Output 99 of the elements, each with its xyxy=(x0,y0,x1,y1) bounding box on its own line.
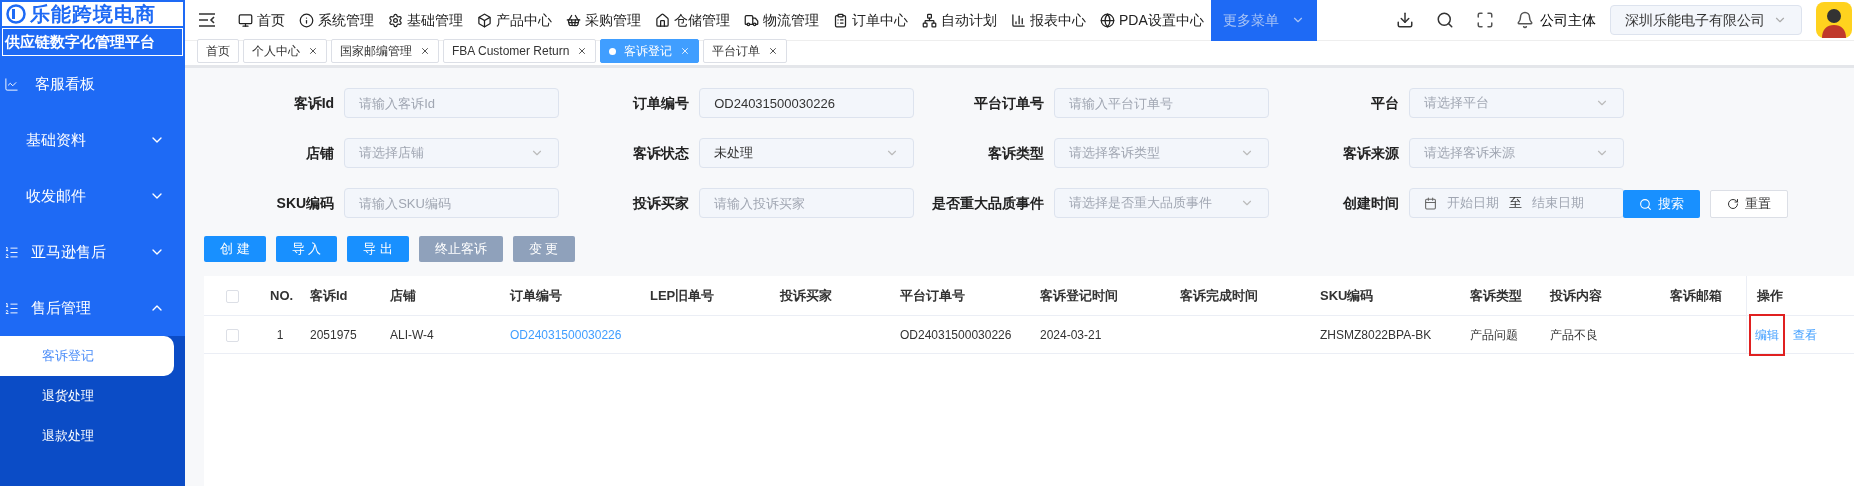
company-select[interactable]: 深圳乐能电子有限公司 xyxy=(1610,5,1802,35)
filter-label: 平台订单号 xyxy=(973,93,1045,113)
filter-label: 客诉状态 xyxy=(632,143,690,163)
filter-label: 客诉Id xyxy=(292,93,335,113)
top-menu-item[interactable]: 物流管理 xyxy=(737,0,826,41)
settings-icon xyxy=(388,12,403,28)
select-field[interactable]: 未处理 xyxy=(699,138,914,168)
chart-icon xyxy=(1011,12,1026,28)
sidebar-item[interactable]: 亚马逊售后 xyxy=(0,224,185,280)
filter-label: 是否重大品质事件 xyxy=(931,193,1045,213)
table-cell-text: 产品问题 xyxy=(1469,327,1519,344)
close-icon[interactable] xyxy=(308,46,318,56)
table-cell-text: 2024-03-21 xyxy=(1039,327,1103,344)
reset-button[interactable]: 重置 xyxy=(1710,190,1788,218)
sidebar-item[interactable]: 售后管理 xyxy=(0,280,185,336)
search-icon[interactable] xyxy=(1436,11,1454,29)
logo-title: 乐能跨境电商 xyxy=(30,4,156,24)
top-menu-item[interactable]: 报表中心 xyxy=(1004,0,1093,41)
filter-label: 店铺 xyxy=(305,143,335,163)
row-checkbox[interactable] xyxy=(225,328,239,342)
bell-icon[interactable] xyxy=(1516,11,1534,29)
logo-mark-icon xyxy=(6,4,26,24)
house-icon xyxy=(655,12,670,28)
column-header: 客诉类型 xyxy=(1469,287,1523,306)
network-icon xyxy=(922,12,937,28)
refresh-icon xyxy=(1727,198,1739,210)
sidebar-subitem[interactable]: 退货处理 xyxy=(0,376,185,416)
page-tab[interactable]: 个人中心 xyxy=(243,39,327,63)
text-field[interactable]: 请输入客诉Id xyxy=(344,88,559,118)
top-menu-item[interactable]: 基础管理 xyxy=(381,0,470,41)
column-header: 投诉内容 xyxy=(1548,287,1603,306)
column-header: 客诉Id xyxy=(309,287,349,306)
info-icon xyxy=(299,12,314,28)
close-icon[interactable] xyxy=(420,46,430,56)
page-tab[interactable]: 平台订单 xyxy=(703,39,788,63)
page-tab[interactable]: 首页 xyxy=(197,39,239,63)
column-header: 客诉登记时间 xyxy=(1039,287,1119,306)
close-icon[interactable] xyxy=(768,46,779,56)
box-icon xyxy=(477,12,492,28)
column-header: 平台订单号 xyxy=(899,287,966,306)
table-cell-text: 产品不良 xyxy=(1549,327,1599,344)
text-field[interactable]: 请输入SKU编码 xyxy=(344,188,559,218)
download-icon[interactable] xyxy=(1396,11,1414,29)
basket-icon xyxy=(566,12,581,28)
filter-label: 客诉类型 xyxy=(987,143,1045,163)
text-field[interactable]: OD24031500030226 xyxy=(699,88,914,118)
top-menu-item[interactable]: 首页 xyxy=(231,0,292,41)
top-menu-item[interactable]: 自动计划 xyxy=(915,0,1004,41)
column-header: 客诉完成时间 xyxy=(1179,287,1259,306)
table-cell-text: 1 xyxy=(275,327,285,344)
filter-label: 客诉来源 xyxy=(1342,143,1400,163)
column-header: NO. xyxy=(269,287,295,306)
column-header: 店铺 xyxy=(389,287,417,306)
list-icon xyxy=(4,300,19,316)
column-header: LEP旧单号 xyxy=(649,287,716,306)
sidebar-subitem[interactable]: 退款处理 xyxy=(0,416,185,456)
top-menu-item[interactable]: PDA设置中心 xyxy=(1093,0,1211,41)
company-label: 公司主体 xyxy=(1540,10,1596,30)
list-icon xyxy=(4,244,19,260)
column-header: 订单编号 xyxy=(509,287,563,306)
clipboard-icon xyxy=(833,12,848,28)
top-menu-item[interactable]: 仓储管理 xyxy=(648,0,737,41)
top-menu-item[interactable]: 订单中心 xyxy=(826,0,915,41)
column-header: SKU编码 xyxy=(1319,287,1375,306)
top-menu-item[interactable]: 采购管理 xyxy=(559,0,648,41)
truck-icon xyxy=(744,12,759,28)
table-cell-text: OD24031500030226 xyxy=(899,327,1013,344)
monitor-icon xyxy=(238,12,253,28)
sidebar-item[interactable]: 收发邮件 xyxy=(0,168,185,224)
sidebar-item[interactable]: 客服看板 xyxy=(0,56,185,112)
globe-icon xyxy=(1100,12,1115,28)
page-tab[interactable]: 国家邮编管理 xyxy=(331,39,439,63)
fullscreen-icon[interactable] xyxy=(1476,11,1494,29)
filter-label: 订单编号 xyxy=(631,93,690,113)
select-all-checkbox[interactable] xyxy=(225,289,239,303)
calendar-icon xyxy=(1424,196,1438,210)
table-cell-text: ALI-W-4 xyxy=(389,327,435,344)
menu-toggle-icon[interactable] xyxy=(199,13,215,27)
column-header: 操作 xyxy=(1746,276,1854,316)
table-cell-text: ZHSMZ8022BPA-BK xyxy=(1319,327,1433,344)
filter-label: 投诉买家 xyxy=(631,193,690,213)
column-header: 投诉买家 xyxy=(778,287,833,306)
text-field[interactable]: 请输入投诉买家 xyxy=(699,188,914,218)
table-cell-text: 2051975 xyxy=(309,327,358,344)
column-header: 客诉邮箱 xyxy=(1669,287,1723,306)
date-range-field[interactable]: 开始日期 至 结束日期 xyxy=(1409,188,1624,218)
search-icon xyxy=(1639,197,1652,211)
page-tab[interactable]: FBA Customer Return xyxy=(443,39,597,63)
avatar[interactable] xyxy=(1816,2,1852,38)
filter-label: 平台 xyxy=(1370,93,1400,113)
text-field[interactable]: 请输入平台订单号 xyxy=(1054,88,1269,118)
top-menu-item[interactable]: 系统管理 xyxy=(292,0,381,41)
filter-label: 创建时间 xyxy=(1342,193,1400,213)
filter-label: SKU编码 xyxy=(275,193,335,213)
logo-subtitle: 供应链数字化管理平台 xyxy=(2,28,183,56)
top-menu-item[interactable]: 产品中心 xyxy=(470,0,559,41)
chart-icon xyxy=(4,76,19,92)
close-icon[interactable] xyxy=(577,46,588,56)
sidebar-item[interactable]: 基础资料 xyxy=(0,112,185,168)
